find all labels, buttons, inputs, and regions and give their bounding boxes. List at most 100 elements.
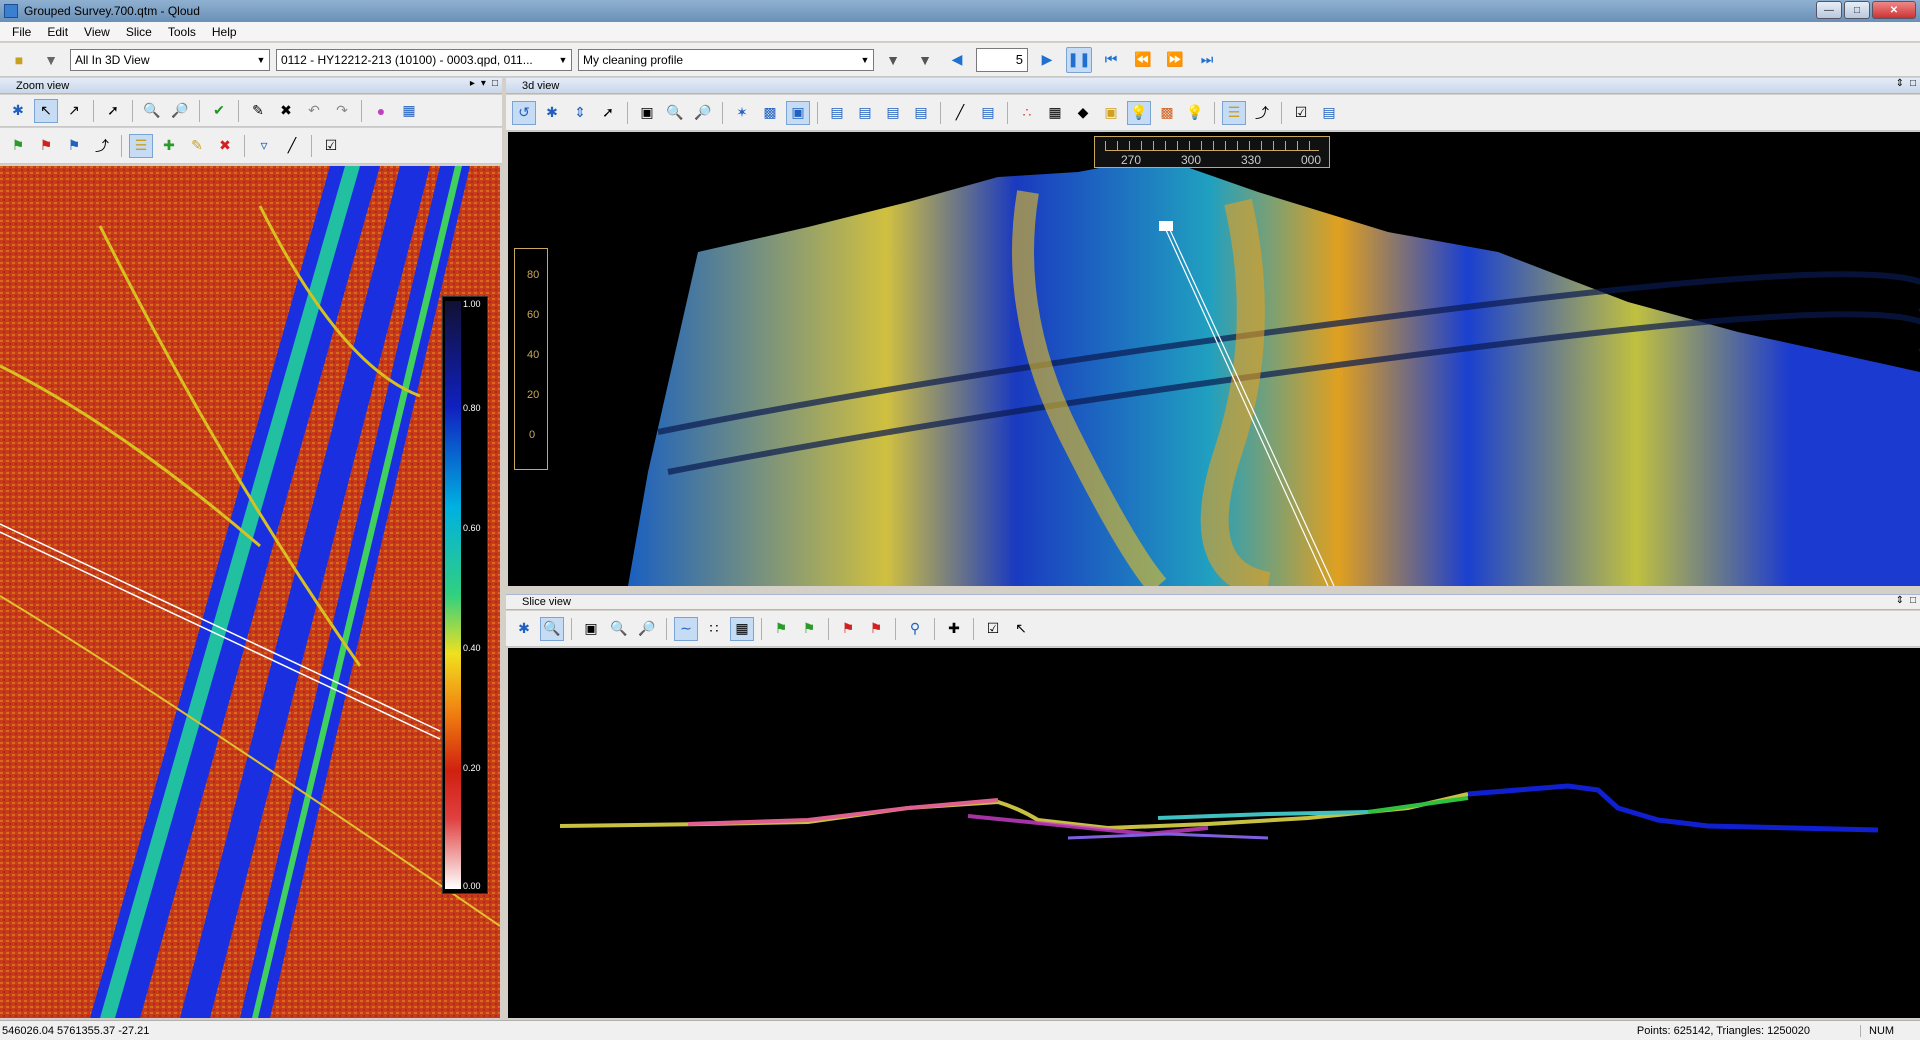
play-icon[interactable]: ▶ [1034, 47, 1060, 73]
dropdown-icon[interactable]: ▾ [481, 78, 486, 89]
slice-zoom-in-icon[interactable]: 🔍 [607, 617, 631, 641]
select-icon[interactable]: ↖ [34, 98, 58, 123]
surface-icon[interactable]: ◆ [1071, 101, 1095, 125]
open-icon[interactable]: ■ [6, 47, 32, 73]
zoom3d-in-icon[interactable]: 🔍 [663, 101, 687, 125]
layer3-icon[interactable]: ▤ [881, 101, 905, 125]
slice-pin-icon[interactable]: ⚲ [903, 617, 927, 641]
edit-icon[interactable]: ✎ [246, 99, 270, 123]
zoom-in-icon[interactable]: 🔍 [140, 99, 164, 123]
layer1-icon[interactable]: ▤ [825, 101, 849, 125]
grid-icon[interactable]: ▦ [397, 99, 421, 123]
vertical-move-icon[interactable]: ⇕ [568, 101, 592, 125]
menu-view[interactable]: View [76, 25, 118, 39]
profile-select[interactable]: My cleaning profile ▼ [578, 48, 874, 71]
view-select[interactable]: All In 3D View ▼ [70, 48, 270, 71]
view3d-maximize-icon[interactable]: □ [1910, 78, 1916, 89]
checklist3d-icon[interactable]: ☑ [1289, 101, 1313, 125]
zoom-viewport[interactable]: 1.00 0.80 0.60 0.40 0.20 0.00 [0, 166, 500, 1018]
slice-zoom-select-icon[interactable]: 🔍 [540, 616, 564, 641]
slice-collapse-icon[interactable]: ⇕ [1896, 595, 1904, 606]
view3d-viewport[interactable]: 270 300 330 000 80 60 40 20 0 [508, 132, 1920, 586]
colormap-icon[interactable]: ▣ [1099, 101, 1123, 125]
light-on-icon[interactable]: 💡 [1127, 100, 1151, 125]
slice-flag-green2-icon[interactable]: ⚑ [797, 617, 821, 641]
pick-icon[interactable]: ➚ [101, 99, 125, 123]
slice-checklist-icon[interactable]: ☑ [981, 617, 1005, 641]
view3d-collapse-icon[interactable]: ⇕ [1896, 78, 1904, 89]
fast-forward-icon[interactable]: ⏩ [1162, 47, 1188, 73]
first-icon[interactable]: ⏮ [1098, 47, 1124, 73]
light-direction-icon[interactable]: ✶ [730, 101, 754, 125]
clean-run-icon[interactable]: ▼ [912, 47, 938, 73]
zoom3d-out-icon[interactable]: 🔎 [691, 101, 715, 125]
previous-icon[interactable]: ◀ [944, 47, 970, 73]
grid3d-icon[interactable]: ▦ [1043, 101, 1067, 125]
rewind-icon[interactable]: ⏪ [1130, 47, 1156, 73]
menu-file[interactable]: File [4, 25, 39, 39]
flag-blue-icon[interactable]: ⚑ [62, 134, 86, 158]
notes-icon[interactable]: ☰ [129, 133, 153, 158]
line-icon[interactable]: ╱ [948, 101, 972, 125]
pick3d-icon[interactable]: ➚ [596, 101, 620, 125]
color-icon[interactable]: ● [369, 99, 393, 123]
box-icon[interactable]: ▩ [758, 101, 782, 125]
gradient-icon[interactable]: ▩ [1155, 101, 1179, 125]
layer5-icon[interactable]: ▤ [976, 101, 1000, 125]
slice-viewport[interactable] [508, 648, 1920, 1018]
notes3d-icon[interactable]: ☰ [1222, 100, 1246, 125]
slice-flag-red-icon[interactable]: ⚑ [836, 617, 860, 641]
filter-icon[interactable]: ▼ [38, 47, 64, 73]
close-button[interactable]: ✕ [1872, 1, 1916, 19]
menu-edit[interactable]: Edit [39, 25, 76, 39]
add-note-icon[interactable]: ✚ [157, 134, 181, 158]
last-icon[interactable]: ⏭ [1194, 47, 1220, 73]
slice-grid-icon[interactable]: ▦ [730, 616, 754, 641]
export-icon[interactable]: ▤ [1317, 101, 1341, 125]
maximize-button[interactable]: □ [1844, 1, 1870, 19]
rotate-icon[interactable]: ✱ [6, 99, 30, 123]
probe-icon[interactable]: ▿ [252, 134, 276, 158]
menu-help[interactable]: Help [204, 25, 245, 39]
scroll-right-icon[interactable]: ▸ [470, 78, 475, 89]
measure-icon[interactable]: ╱ [280, 134, 304, 158]
lasso-icon[interactable]: ↗ [62, 99, 86, 123]
panel-maximize-icon[interactable]: □ [492, 78, 498, 89]
slice-flag-red2-icon[interactable]: ⚑ [864, 617, 888, 641]
flag-red-icon[interactable]: ⚑ [34, 134, 58, 158]
file-select[interactable]: 0112 - HY12212-213 (10100) - 0003.qpd, 0… [276, 48, 572, 71]
orbit-icon[interactable]: ↺ [512, 100, 536, 125]
slice-profile-icon[interactable]: ∼ [674, 616, 698, 641]
undo-icon[interactable]: ↶ [302, 99, 326, 123]
menu-tools[interactable]: Tools [160, 25, 204, 39]
slice-rotate-icon[interactable]: ✱ [512, 617, 536, 641]
slice-maximize-icon[interactable]: □ [1910, 595, 1916, 606]
slice-dots-icon[interactable]: ∷ [702, 617, 726, 641]
points-icon[interactable]: ∴ [1015, 101, 1039, 125]
accept-icon[interactable]: ✔ [207, 99, 231, 123]
minimize-button[interactable]: — [1816, 1, 1842, 19]
slice-cursor-icon[interactable]: ↖ [1009, 617, 1033, 641]
redo-icon[interactable]: ↷ [330, 99, 354, 123]
camera-icon[interactable]: ▣ [786, 100, 810, 125]
remove-note-icon[interactable]: ✖ [213, 134, 237, 158]
light-icon[interactable]: 💡 [1183, 101, 1207, 125]
fit-icon[interactable]: ▣ [635, 101, 659, 125]
slice-flag-green-icon[interactable]: ⚑ [769, 617, 793, 641]
slice-add-icon[interactable]: ✚ [942, 617, 966, 641]
pause-icon[interactable]: ❚❚ [1066, 46, 1092, 73]
checklist-icon[interactable]: ☑ [319, 134, 343, 158]
edit-note-icon[interactable]: ✎ [185, 134, 209, 158]
step-input[interactable]: 5 [976, 47, 1028, 72]
flag-green-icon[interactable]: ⚑ [6, 134, 30, 158]
zoom-out-icon[interactable]: 🔎 [168, 99, 192, 123]
path3d-icon[interactable]: ⤴ [1250, 101, 1274, 125]
clean-filter-icon[interactable]: ▼ [880, 47, 906, 73]
layer2-icon[interactable]: ▤ [853, 101, 877, 125]
layer4-icon[interactable]: ▤ [909, 101, 933, 125]
slice-fit-icon[interactable]: ▣ [579, 617, 603, 641]
slice-zoom-out-icon[interactable]: 🔎 [635, 617, 659, 641]
delete-icon[interactable]: ✖ [274, 99, 298, 123]
rotate3d-icon[interactable]: ✱ [540, 101, 564, 125]
menu-slice[interactable]: Slice [118, 25, 160, 39]
